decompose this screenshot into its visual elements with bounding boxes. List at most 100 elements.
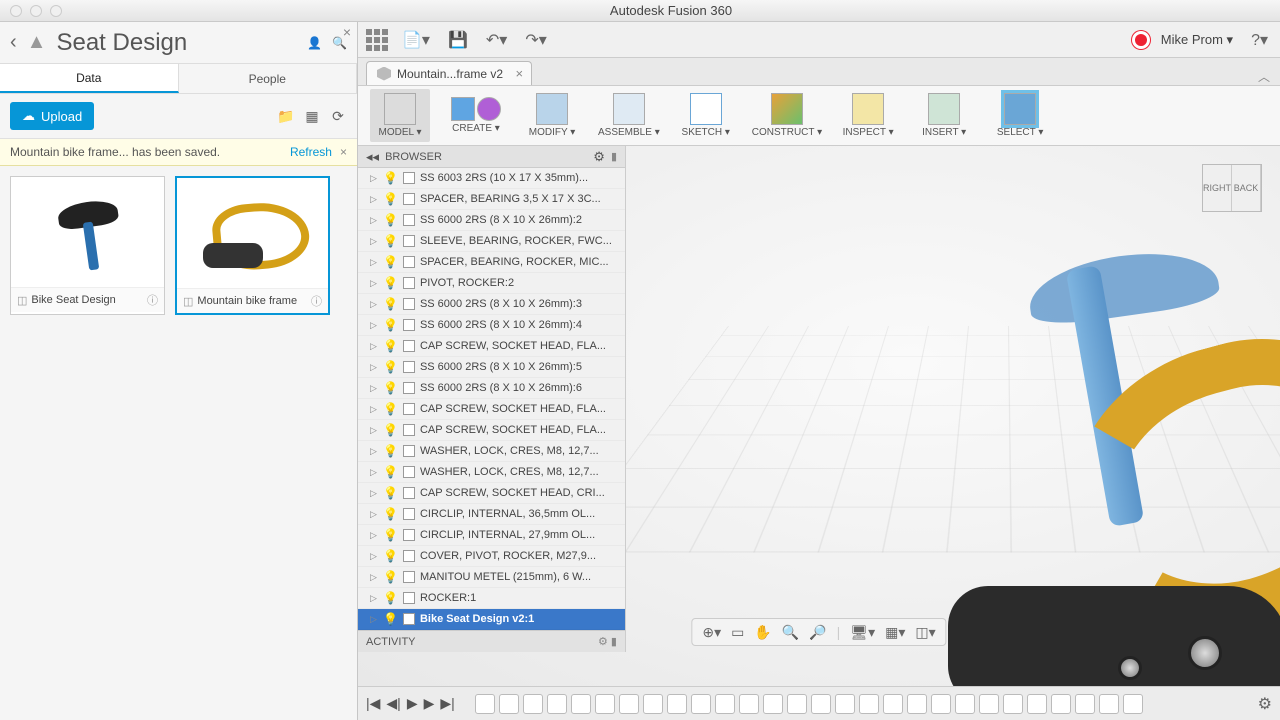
- zoom-icon[interactable]: 🔍: [782, 624, 799, 641]
- visibility-icon[interactable]: 💡: [383, 360, 398, 374]
- visibility-icon[interactable]: 💡: [383, 234, 398, 248]
- window-controls[interactable]: [0, 5, 62, 17]
- timeline-feature[interactable]: [835, 694, 855, 714]
- dismiss-notification-icon[interactable]: ×: [340, 145, 347, 159]
- back-icon[interactable]: ‹: [10, 31, 17, 54]
- tree-item[interactable]: ▷💡PIVOT, ROCKER:2: [358, 273, 625, 294]
- refresh-link[interactable]: Refresh: [290, 145, 332, 159]
- tree-item[interactable]: ▷💡SS 6000 2RS (8 X 10 X 26mm):5: [358, 357, 625, 378]
- project-card[interactable]: ◫Mountain bike frameⓘ: [175, 176, 330, 315]
- tree-item[interactable]: ▷💡ROCKER:1: [358, 588, 625, 609]
- ribbon-insert[interactable]: INSERT ▾: [914, 93, 974, 138]
- ribbon-inspect[interactable]: INSPECT ▾: [838, 93, 898, 138]
- timeline-feature[interactable]: [787, 694, 807, 714]
- tree-item[interactable]: ▷💡SS 6003 2RS (10 X 17 X 35mm)...: [358, 168, 625, 189]
- upload-button[interactable]: ☁ Upload: [10, 102, 94, 130]
- user-menu[interactable]: Mike Prom ▾: [1161, 32, 1233, 48]
- visibility-icon[interactable]: 💡: [383, 612, 398, 626]
- viewport-settings-icon[interactable]: ◫▾: [915, 624, 935, 641]
- tree-item[interactable]: ▷💡WASHER, LOCK, CRES, M8, 12,7...: [358, 441, 625, 462]
- timeline-feature[interactable]: [499, 694, 519, 714]
- visibility-icon[interactable]: 💡: [383, 402, 398, 416]
- timeline-feature[interactable]: [859, 694, 879, 714]
- tree-item[interactable]: ▷💡CAP SCREW, SOCKET HEAD, CRI...: [358, 483, 625, 504]
- help-icon[interactable]: ?▾: [1247, 30, 1272, 50]
- file-menu-icon[interactable]: 📄▾: [398, 30, 434, 50]
- expand-icon[interactable]: ▷: [370, 173, 378, 184]
- expand-icon[interactable]: ▷: [370, 572, 378, 583]
- timeline-feature[interactable]: [1075, 694, 1095, 714]
- ribbon-create[interactable]: CREATE ▾: [446, 97, 506, 134]
- tree-item[interactable]: ▷💡Bike Seat Design v2:1: [358, 609, 625, 630]
- save-icon[interactable]: 💾: [444, 30, 472, 50]
- expand-icon[interactable]: ▷: [370, 446, 378, 457]
- timeline-feature[interactable]: [1099, 694, 1119, 714]
- undo-icon[interactable]: ↶▾: [482, 30, 511, 50]
- visibility-icon[interactable]: 💡: [383, 192, 398, 206]
- expand-icon[interactable]: ▷: [370, 341, 378, 352]
- expand-icon[interactable]: ︿: [1248, 68, 1280, 85]
- browser-pin-icon[interactable]: ▮: [611, 150, 617, 163]
- timeline-feature[interactable]: [1123, 694, 1143, 714]
- timeline-settings-icon[interactable]: ⚙: [1258, 694, 1272, 714]
- timeline-feature[interactable]: [1027, 694, 1047, 714]
- visibility-icon[interactable]: 💡: [383, 507, 398, 521]
- fit-icon[interactable]: 🔎: [809, 624, 826, 641]
- visibility-icon[interactable]: 💡: [383, 528, 398, 542]
- visibility-icon[interactable]: 💡: [383, 339, 398, 353]
- component-tree[interactable]: ▷💡SS 6003 2RS (10 X 17 X 35mm)...▷💡SPACE…: [358, 168, 625, 630]
- info-icon[interactable]: ⓘ: [147, 292, 158, 308]
- expand-icon[interactable]: ▷: [370, 530, 378, 541]
- visibility-icon[interactable]: 💡: [383, 381, 398, 395]
- timeline-feature[interactable]: [1003, 694, 1023, 714]
- redo-icon[interactable]: ↷▾: [521, 30, 550, 50]
- visibility-icon[interactable]: 💡: [383, 297, 398, 311]
- viewport[interactable]: RIGHT BACK ◂◂ BROWSER ⚙ ▮ ▷💡SS 6003 2RS …: [358, 146, 1280, 686]
- tab-data[interactable]: Data: [0, 64, 179, 93]
- tree-item[interactable]: ▷💡SS 6000 2RS (8 X 10 X 26mm):2: [358, 210, 625, 231]
- refresh-icon[interactable]: ⟳: [329, 107, 347, 125]
- expand-icon[interactable]: ▷: [370, 593, 378, 604]
- timeline-feature[interactable]: [883, 694, 903, 714]
- people-icon[interactable]: 👤: [307, 36, 322, 50]
- expand-icon[interactable]: ▷: [370, 383, 378, 394]
- timeline-play-icon[interactable]: ▶: [407, 695, 418, 712]
- expand-icon[interactable]: ▷: [370, 488, 378, 499]
- timeline-feature[interactable]: [931, 694, 951, 714]
- visibility-icon[interactable]: 💡: [383, 171, 398, 185]
- close-window-icon[interactable]: [10, 5, 22, 17]
- expand-icon[interactable]: ▷: [370, 425, 378, 436]
- tree-item[interactable]: ▷💡SS 6000 2RS (8 X 10 X 26mm):3: [358, 294, 625, 315]
- collapse-browser-icon[interactable]: ◂◂: [366, 149, 379, 165]
- tree-item[interactable]: ▷💡SPACER, BEARING 3,5 X 17 X 3C...: [358, 189, 625, 210]
- expand-icon[interactable]: ▷: [370, 194, 378, 205]
- visibility-icon[interactable]: 💡: [383, 486, 398, 500]
- tree-item[interactable]: ▷💡CAP SCREW, SOCKET HEAD, FLA...: [358, 336, 625, 357]
- app-grid-icon[interactable]: [366, 29, 388, 51]
- expand-icon[interactable]: ▷: [370, 404, 378, 415]
- grid-view-icon[interactable]: ▦: [303, 107, 321, 125]
- tree-item[interactable]: ▷💡WASHER, LOCK, CRES, M8, 12,7...: [358, 462, 625, 483]
- visibility-icon[interactable]: 💡: [383, 213, 398, 227]
- tree-item[interactable]: ▷💡CIRCLIP, INTERNAL, 36,5mm OL...: [358, 504, 625, 525]
- tree-item[interactable]: ▷💡CIRCLIP, INTERNAL, 27,9mm OL...: [358, 525, 625, 546]
- timeline-feature[interactable]: [667, 694, 687, 714]
- workspace-model[interactable]: MODEL ▾: [370, 89, 430, 142]
- tree-item[interactable]: ▷💡CAP SCREW, SOCKET HEAD, FLA...: [358, 420, 625, 441]
- expand-icon[interactable]: ▷: [370, 467, 378, 478]
- document-tab[interactable]: Mountain...frame v2 ×: [366, 61, 532, 85]
- close-tab-icon[interactable]: ×: [515, 66, 523, 81]
- expand-icon[interactable]: ▷: [370, 278, 378, 289]
- expand-icon[interactable]: ▷: [370, 215, 378, 226]
- visibility-icon[interactable]: 💡: [383, 444, 398, 458]
- close-panel-icon[interactable]: ×: [343, 24, 351, 40]
- timeline-feature[interactable]: [643, 694, 663, 714]
- timeline-feature[interactable]: [1051, 694, 1071, 714]
- timeline-end-icon[interactable]: ▶|: [440, 695, 454, 712]
- zoom-window-icon[interactable]: [50, 5, 62, 17]
- visibility-icon[interactable]: 💡: [383, 318, 398, 332]
- timeline-feature[interactable]: [595, 694, 615, 714]
- timeline-fwd-icon[interactable]: ▶: [424, 695, 435, 712]
- info-icon[interactable]: ⓘ: [311, 293, 322, 309]
- timeline-feature[interactable]: [811, 694, 831, 714]
